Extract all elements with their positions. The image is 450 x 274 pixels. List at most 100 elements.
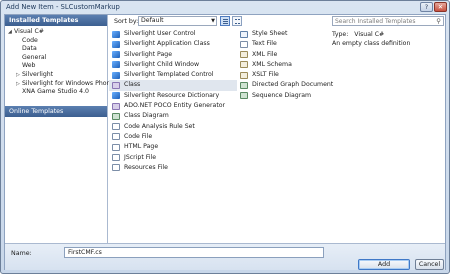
name-field[interactable]: FirstCMF.cs [64,247,324,258]
template-item-label: Sequence Diagram [252,91,312,99]
template-item-label: Silverlight Resource Dictionary [124,91,220,99]
tree-item[interactable]: Code [5,37,107,46]
template-item[interactable]: HTML Page [109,142,237,152]
chevron-down-icon: ▼ [211,18,215,24]
bottom-bar: Name: FirstCMF.cs Add Cancel [5,243,445,270]
title-bar: Add New Item - SLCustomMarkup ? ✕ [1,1,449,14]
template-details: Type: Visual C# An empty class definitio… [332,30,444,48]
name-label: Name: [11,250,32,257]
template-item-label: Class Diagram [124,112,169,120]
template-item[interactable]: XSLT File [237,70,329,80]
template-item-label: Resources File [124,163,168,171]
template-item[interactable]: Directed Graph Document [237,80,333,90]
close-button[interactable]: ✕ [434,2,447,12]
template-item-label: Text File [252,40,277,48]
template-item-label: XML File [252,50,278,58]
tree-item-label: Data [22,45,37,53]
template-item-label: Directed Graph Document [252,81,334,89]
tree-item[interactable]: Data [5,45,107,54]
xml-icon [240,51,248,59]
template-item[interactable]: Sequence Diagram [237,91,329,101]
list-view-button[interactable] [220,16,230,26]
installed-templates-header[interactable]: Installed Templates [5,15,107,26]
document-icon [240,40,248,48]
document-icon [112,154,120,162]
silverlight-icon [112,30,120,38]
search-placeholder: Search Installed Templates [335,18,416,25]
template-item[interactable]: ADO.NET POCO Entity Generator [109,101,237,111]
template-item[interactable]: Class Diagram [109,111,237,121]
template-item[interactable]: Style Sheet [237,29,329,39]
template-category-pane: Installed Templates ◢ Visual C# Code Data Ge… [5,15,114,243]
class-icon [112,102,120,110]
template-item[interactable]: Code File [109,132,237,142]
online-templates-header[interactable]: Online Templates [5,106,107,117]
xml-icon [240,61,248,69]
template-item[interactable]: Silverlight User Control [109,29,237,39]
template-item-label: Silverlight Templated Control [124,71,214,79]
silverlight-icon [112,71,120,79]
tree-item-label: Visual C# [14,28,44,35]
sort-toolbar: Sort by: Default ▼ [109,15,329,28]
xml-icon [240,71,248,79]
tree-item-label: General [22,53,47,61]
template-item-label: Silverlight Page [124,50,173,58]
template-item-label: Code File [124,132,153,140]
template-item[interactable]: Silverlight Templated Control [109,70,237,80]
template-item-label: Silverlight Application Class [124,40,210,48]
tree-item[interactable]: XNA Game Studio 4.0 [5,88,107,97]
template-list: Silverlight User Control Silverlight Appl… [109,29,333,243]
template-item[interactable]: Silverlight Page [109,50,237,60]
template-item-label: Style Sheet [252,30,288,37]
search-icon[interactable]: ⚲ [436,17,441,25]
template-item-label: XML Schema [252,60,292,68]
template-item[interactable]: Silverlight Application Class [109,39,237,49]
cancel-button[interactable]: Cancel [415,259,444,270]
tree-item[interactable]: Web [5,62,107,71]
sort-label: Sort by: [114,18,139,25]
template-item[interactable]: XML Schema [237,60,329,70]
search-input[interactable]: Search Installed Templates ⚲ [332,16,444,26]
template-item-label: Class [124,81,141,89]
tree-item-label: Silverlight for Windows Phone [22,79,115,87]
tree-item-label: XNA Game Studio 4.0 [22,88,89,96]
template-item-label: HTML Page [124,143,159,151]
diagram-icon [112,112,120,120]
template-item[interactable]: Class [109,80,237,91]
tree-item[interactable]: ▷ Silverlight for Windows Phone [5,80,114,89]
template-item[interactable]: Silverlight Resource Dictionary [109,91,237,101]
template-column-2: Style Sheet Text File XML File XML Schema XS… [237,29,333,101]
type-label: Type: [332,31,349,38]
template-item[interactable]: XML File [237,50,329,60]
type-row: Type: Visual C# [332,30,444,39]
diagram-icon [240,81,248,89]
template-item[interactable]: Text File [237,39,329,49]
template-item[interactable]: JScript File [109,153,237,163]
template-description: An empty class definition [332,40,411,47]
sort-dropdown[interactable]: Default ▼ [138,16,217,26]
class-icon [112,81,120,89]
tree-item[interactable]: General [5,54,107,63]
template-item-label: XSLT File [252,71,279,79]
template-item-label: Silverlight User Control [124,30,196,37]
template-item[interactable]: Code Analysis Rule Set [109,122,237,132]
template-item-label: Silverlight Child Window [124,60,200,68]
template-item[interactable]: Resources File [109,163,237,173]
help-button[interactable]: ? [420,2,433,12]
add-new-item-dialog: Add New Item - SLCustomMarkup ? ✕ Instal… [0,0,450,274]
grid-view-button[interactable] [232,16,242,26]
template-column-1: Silverlight User Control Silverlight Appl… [109,29,237,173]
add-button[interactable]: Add [358,259,410,270]
window-title: Add New Item - SLCustomMarkup [6,3,120,11]
document-icon [112,123,120,131]
silverlight-icon [112,40,120,48]
document-icon [112,133,120,141]
sort-value: Default [141,17,164,24]
template-item-label: ADO.NET POCO Entity Generator [124,102,226,110]
tree-item[interactable]: ◢ Visual C# [5,28,107,37]
tree-item-label: Web [22,62,36,70]
template-item[interactable]: Silverlight Child Window [109,60,237,70]
type-value: Visual C# [354,31,385,38]
category-tree: ◢ Visual C# Code Data General Web ▷ Silverlight… [5,28,114,97]
tree-item[interactable]: ▷ Silverlight [5,71,107,80]
